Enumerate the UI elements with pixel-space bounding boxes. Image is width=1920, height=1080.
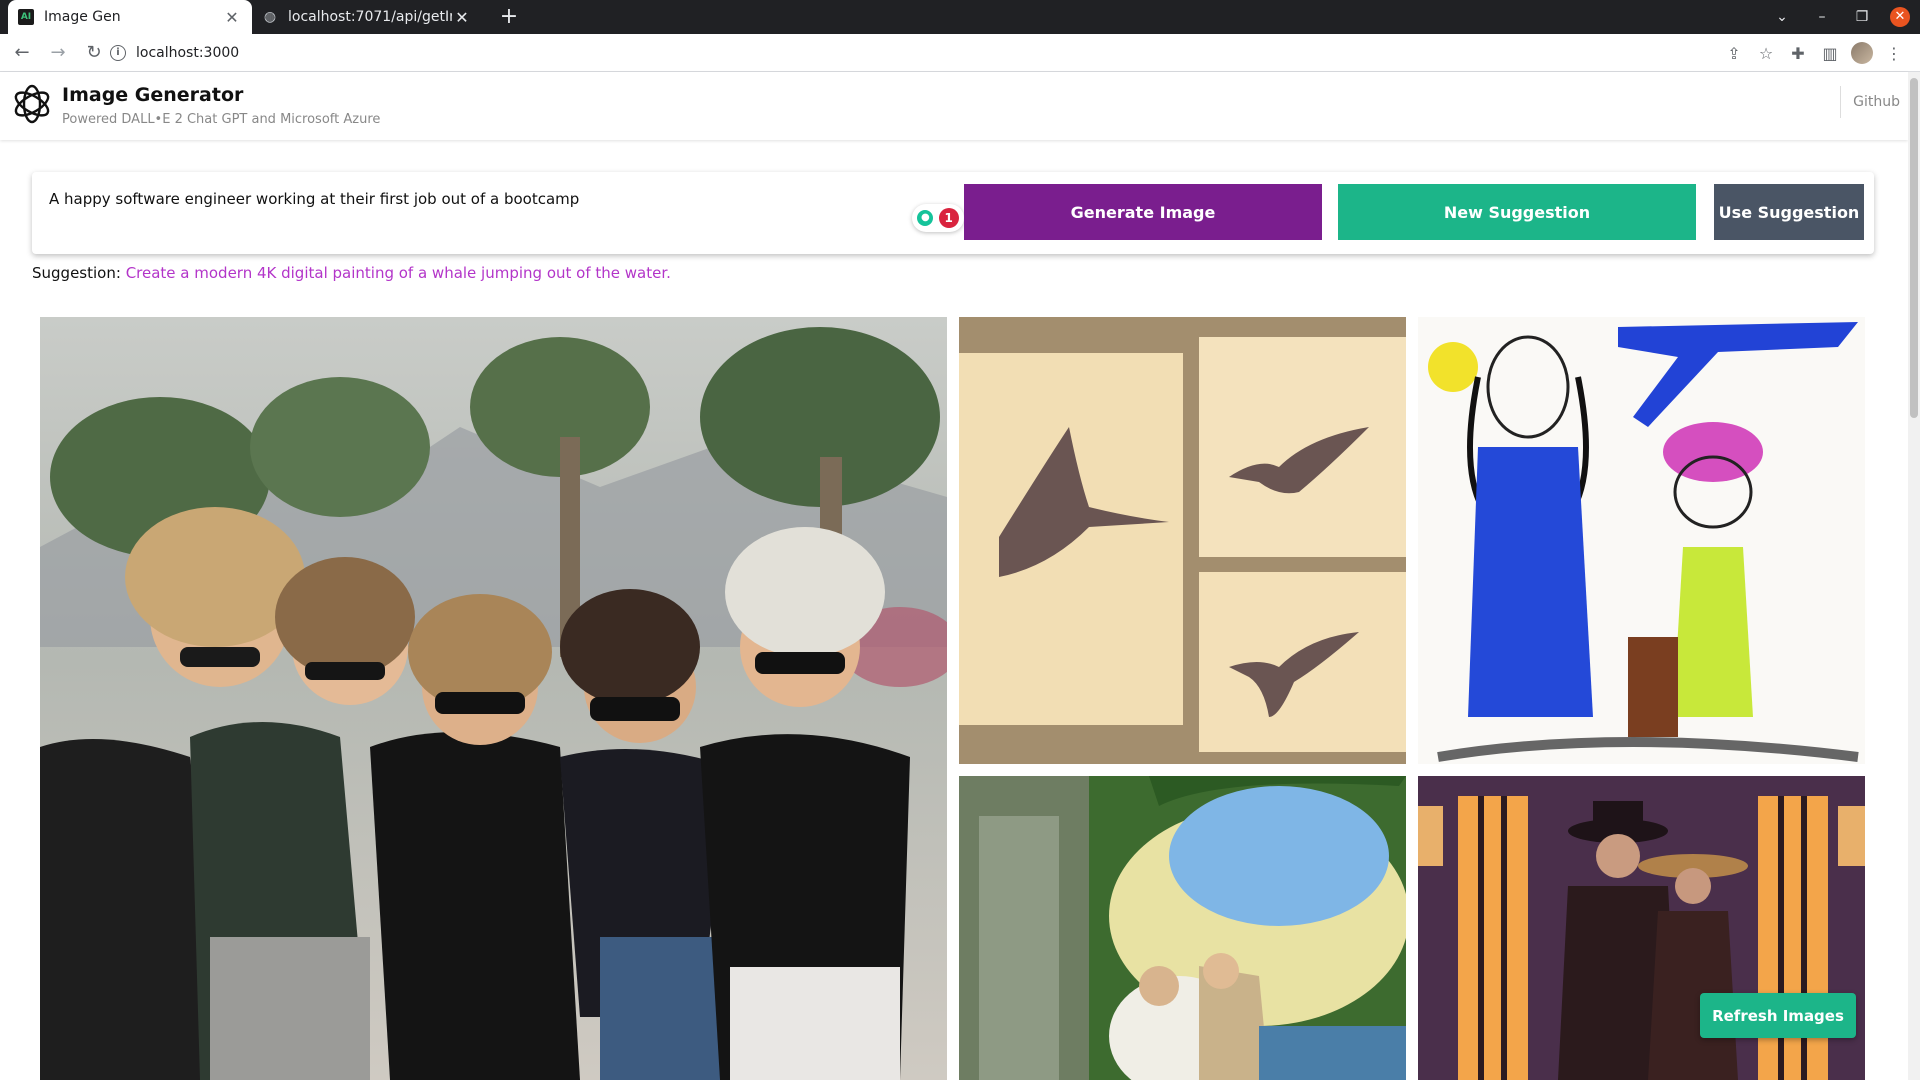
extensions-icon[interactable]: ✚ [1782, 38, 1814, 68]
prompt-form: A happy software engineer working at the… [32, 172, 1874, 254]
prompt-input[interactable]: A happy software engineer working at the… [49, 190, 579, 208]
use-suggestion-button[interactable]: Use Suggestion [1714, 184, 1864, 240]
generate-image-button[interactable]: Generate Image [964, 184, 1322, 240]
page-scrollbar[interactable] [1908, 72, 1920, 1080]
generated-image-painting-couple[interactable] [959, 776, 1406, 1080]
menu-kebab-icon[interactable]: ⋮ [1878, 38, 1910, 68]
tab-search-icon[interactable]: ⌄ [1762, 9, 1802, 25]
generated-image-photo-women[interactable] [40, 317, 947, 1080]
share-icon[interactable]: ⇪ [1718, 38, 1750, 68]
tab-api[interactable]: ◍ localhost:7071/api/getIm ✕ [252, 0, 482, 34]
url-text: localhost:3000 [136, 45, 240, 61]
toolbar-actions: ⇪ ☆ ✚ ▥ ⋮ [1718, 38, 1910, 68]
suggestion-text[interactable]: Create a modern 4K digital painting of a… [126, 264, 671, 282]
tab-image-gen[interactable]: AI Image Gen ✕ [8, 0, 252, 34]
generated-image-crayon-drawing[interactable] [1418, 317, 1865, 764]
bookmark-star-icon[interactable]: ☆ [1750, 38, 1782, 68]
profile-avatar[interactable] [1846, 38, 1878, 68]
grammar-issue-count: 1 [938, 208, 959, 228]
browser-tab-bar: AI Image Gen ✕ ◍ localhost:7071/api/getI… [0, 0, 1920, 34]
grammarly-badge[interactable]: ● 1 [912, 204, 964, 232]
app-title: Image Generator [62, 84, 244, 106]
generated-image-hummingbirds[interactable] [959, 317, 1406, 764]
close-icon[interactable]: ✕ [452, 8, 472, 27]
ai-favicon-icon: AI [18, 9, 34, 25]
scrollbar-thumb[interactable] [1910, 78, 1918, 418]
back-icon[interactable]: ← [8, 39, 36, 67]
reload-icon[interactable]: ↻ [80, 39, 108, 67]
side-panel-icon[interactable]: ▥ [1814, 38, 1846, 68]
lightbulb-icon: ● [917, 210, 934, 226]
window-close-icon[interactable]: ✕ [1890, 7, 1910, 27]
minimize-icon[interactable]: – [1802, 9, 1842, 25]
new-suggestion-button[interactable]: New Suggestion [1338, 184, 1696, 240]
refresh-images-button[interactable]: Refresh Images [1700, 993, 1856, 1038]
address-bar[interactable]: i localhost:3000 [110, 38, 1710, 68]
window-controls: ⌄ – ❐ ✕ [1762, 0, 1920, 34]
suggestion-label: Suggestion: [32, 264, 121, 282]
restore-icon[interactable]: ❐ [1842, 9, 1882, 25]
browser-toolbar: ← → ↻ i localhost:3000 ⇪ ☆ ✚ ▥ ⋮ [0, 34, 1920, 72]
app-header: Image Generator Powered DALL•E 2 Chat GP… [0, 72, 1908, 140]
suggestion-line: Suggestion: Create a modern 4K digital p… [32, 264, 671, 282]
forward-icon[interactable]: → [44, 39, 72, 67]
info-icon[interactable]: i [110, 45, 126, 61]
globe-icon: ◍ [263, 9, 277, 25]
tab-title: Image Gen [44, 9, 121, 25]
openai-logo-icon [14, 84, 50, 124]
github-link[interactable]: Github [1840, 86, 1908, 118]
tab-title: localhost:7071/api/getIm [288, 9, 452, 25]
close-icon[interactable]: ✕ [222, 8, 242, 27]
app-subtitle: Powered DALL•E 2 Chat GPT and Microsoft … [62, 112, 381, 127]
new-tab-button[interactable]: + [496, 4, 522, 30]
